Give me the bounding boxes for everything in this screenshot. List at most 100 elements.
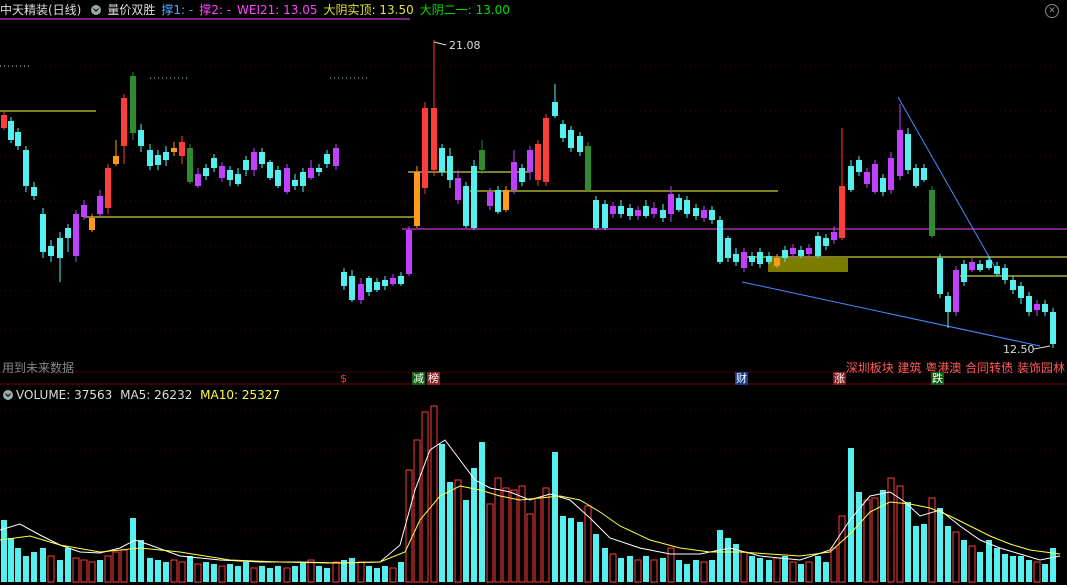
volume-ma5-line xyxy=(0,439,1061,564)
volume-bar xyxy=(798,564,804,582)
candlestick xyxy=(147,150,153,166)
candlestick xyxy=(259,152,265,164)
candlestick xyxy=(986,260,992,268)
volume-bar xyxy=(454,479,462,583)
candlestick xyxy=(848,166,854,190)
candlestick xyxy=(693,208,699,216)
volume-bar xyxy=(905,502,911,582)
candlestick xyxy=(349,276,355,300)
candlestick xyxy=(945,296,951,312)
event-marker-rank[interactable]: 榜 xyxy=(427,372,440,385)
volume-bar xyxy=(47,555,55,583)
candlestick xyxy=(195,174,201,186)
candlestick xyxy=(602,204,608,228)
candlestick xyxy=(929,190,935,236)
candlestick xyxy=(757,252,763,264)
candlestick xyxy=(684,200,690,214)
volume-bar xyxy=(8,538,14,582)
candlestick xyxy=(341,272,347,286)
volume-bar xyxy=(479,442,485,582)
candlestick xyxy=(366,278,372,292)
volume-bar xyxy=(602,548,608,582)
trend-line-low xyxy=(741,281,1041,347)
candlestick xyxy=(766,256,772,262)
volume-bar xyxy=(740,551,748,583)
candlestick xyxy=(308,168,314,178)
candlestick xyxy=(741,252,747,268)
news-tags[interactable]: 深圳板块 建筑 粤港澳 合同转债 装饰园林 xyxy=(846,359,1065,376)
event-marker-finance[interactable]: 财 xyxy=(735,372,748,385)
volume-bar xyxy=(211,564,217,582)
candlestick xyxy=(1010,280,1016,290)
volume-bar xyxy=(15,548,21,582)
candlestick xyxy=(790,248,796,254)
volume-bar xyxy=(1033,561,1041,583)
volume-bar xyxy=(823,562,829,582)
candlestick xyxy=(97,196,103,214)
candlestick xyxy=(187,148,193,182)
volume-bar xyxy=(552,452,558,582)
volume-bar xyxy=(856,492,862,582)
candlestick xyxy=(292,180,298,186)
volume-bar xyxy=(357,561,365,583)
candlestick xyxy=(1,115,7,128)
candlestick xyxy=(610,206,616,214)
volume-bar xyxy=(235,566,241,582)
volume-bar xyxy=(1018,556,1024,582)
volume-bar xyxy=(80,559,88,583)
volume-bar xyxy=(1010,556,1016,582)
event-marker-reduce[interactable]: 减 xyxy=(412,372,425,385)
volume-bar xyxy=(1002,554,1008,582)
candlestick xyxy=(487,192,493,206)
volume-bar xyxy=(502,487,510,583)
candlestick xyxy=(856,160,862,172)
candlestick xyxy=(643,206,649,216)
event-marker-rise[interactable]: 涨 xyxy=(833,372,846,385)
candlestick xyxy=(937,258,943,294)
event-marker-fall[interactable]: 跌 xyxy=(931,372,944,385)
volume-bar xyxy=(725,538,731,582)
candlestick xyxy=(211,158,217,168)
candlestick xyxy=(864,172,870,184)
candlestick xyxy=(431,108,437,170)
candlestick xyxy=(782,250,788,258)
volume-bar xyxy=(643,556,649,582)
candlestick xyxy=(905,134,911,170)
volume-bar xyxy=(275,566,281,582)
volume-bar xyxy=(187,556,193,582)
volume-bar xyxy=(921,524,927,582)
volume-bar xyxy=(471,468,477,582)
candlestick xyxy=(527,150,533,172)
volume-bar xyxy=(977,552,983,582)
volume-bar xyxy=(913,526,919,582)
volume-bar xyxy=(928,497,936,583)
volume-bar xyxy=(447,482,453,582)
candlestick xyxy=(155,155,161,165)
kline-chart[interactable]: 21.08 12.50 xyxy=(0,0,1067,585)
candlestick xyxy=(8,121,14,140)
low-marker-line xyxy=(1033,345,1051,350)
candlestick xyxy=(560,124,566,138)
volume-bar xyxy=(676,560,682,582)
volume-bar xyxy=(65,548,71,582)
candlestick xyxy=(138,130,144,146)
candlestick xyxy=(390,278,396,284)
volume-ma10-line xyxy=(0,485,1061,564)
volume-bar xyxy=(300,562,306,582)
candlestick xyxy=(374,282,380,290)
volume-toggle-icon[interactable] xyxy=(3,389,13,400)
volume-bar xyxy=(349,558,355,582)
volume-bar xyxy=(789,561,797,583)
trend-line-high xyxy=(897,96,1001,277)
volume-bar xyxy=(163,562,169,582)
volume-bar xyxy=(757,558,763,582)
volume-bar xyxy=(88,561,96,583)
high-marker-line xyxy=(433,41,447,46)
volume-bar xyxy=(97,560,103,582)
volume-bar xyxy=(316,566,322,582)
candlestick xyxy=(676,198,682,210)
candlestick xyxy=(969,262,975,270)
volume-bar xyxy=(937,508,943,582)
event-marker-dollar[interactable]: $ xyxy=(339,372,348,385)
candlestick xyxy=(823,238,829,246)
